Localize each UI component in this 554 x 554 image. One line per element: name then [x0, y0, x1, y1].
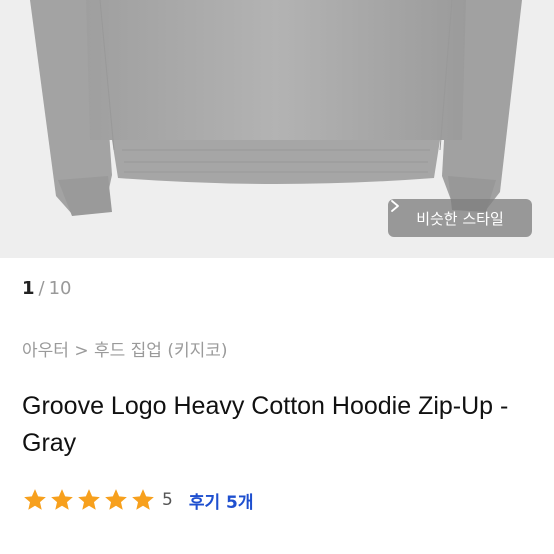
chevron-right-icon: [391, 200, 399, 212]
rating-row: 5 후기 5개: [22, 487, 254, 513]
review-count-link[interactable]: 후기 5개: [189, 488, 254, 513]
star-icon: [51, 489, 73, 510]
image-counter-separator: /: [38, 278, 45, 299]
similar-styles-label: 비슷한 스타일: [416, 209, 504, 228]
image-counter-total: 10: [48, 278, 72, 299]
product-image-gallery[interactable]: 비슷한 스타일: [0, 0, 554, 258]
star-icon: [105, 489, 127, 510]
product-page: 비슷한 스타일 1/10 아우터 > 후드 집업 (키지코) Groove Lo…: [0, 0, 554, 554]
star-icon: [24, 489, 46, 510]
product-title: Groove Logo Heavy Cotton Hoodie Zip-Up -…: [22, 392, 509, 457]
image-counter: 1/10: [22, 278, 72, 299]
image-counter-current: 1: [22, 278, 35, 299]
star-icon: [78, 489, 100, 510]
breadcrumb[interactable]: 아우터 > 후드 집업 (키지코): [22, 336, 228, 361]
similar-styles-button[interactable]: 비슷한 스타일: [388, 199, 532, 237]
star-rating: [22, 487, 156, 513]
rating-score: 5: [162, 490, 173, 510]
star-icon: [132, 489, 154, 510]
